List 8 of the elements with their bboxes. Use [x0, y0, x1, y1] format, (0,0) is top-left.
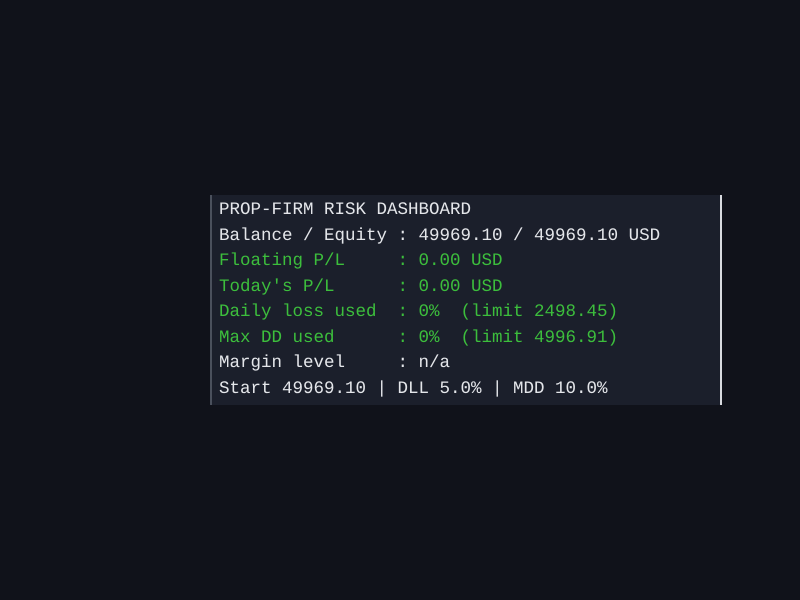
dashboard-line: Today's P/L : 0.00 USD — [219, 276, 503, 298]
dashboard-line: Margin level : n/a — [219, 352, 450, 375]
dashboard-line: Start 49969.10 | DLL 5.0% | MDD 10.0% — [219, 378, 608, 400]
dashboard-title: PROP-FIRM RISK DASHBOARD — [219, 199, 472, 222]
dashboard-line: Max DD used : 0% (limit 4996.91) — [219, 326, 618, 350]
dashboard-line: Floating P/L : 0.00 USD — [219, 250, 503, 273]
dashboard-line: Daily loss used : 0% (limit 2498.45) — [219, 301, 618, 324]
dashboard-line: Balance / Equity : 49969.10 / 49969.10 USD — [219, 224, 660, 248]
